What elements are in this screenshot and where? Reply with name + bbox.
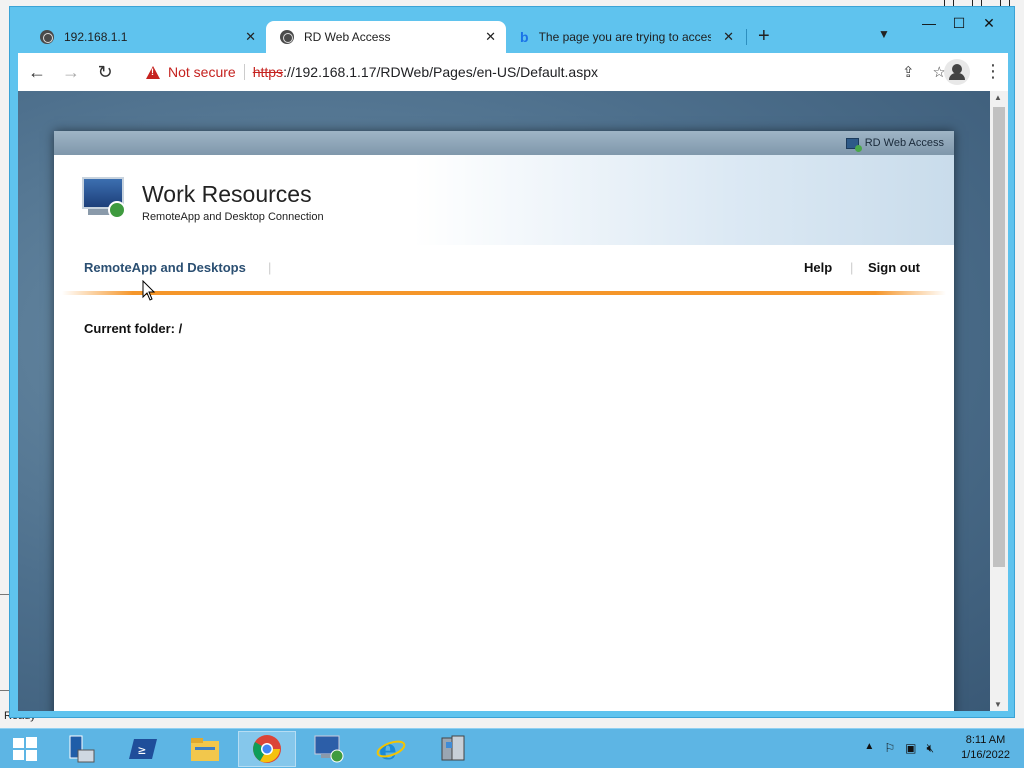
svg-text:e: e [379, 734, 397, 764]
close-window-button[interactable]: ✕ [974, 13, 1004, 33]
page-subtitle: RemoteApp and Desktop Connection [142, 211, 324, 223]
browser-toolbar: ← → ↻ Not secure https ://192.168.1.17/R… [18, 53, 1008, 91]
scroll-down-icon[interactable]: ▼ [994, 700, 1002, 709]
tab-title: RD Web Access [304, 30, 391, 44]
globe-icon [40, 30, 54, 44]
window-controls: — ☐ ✕ [914, 13, 1004, 33]
taskbar: ≥ e ▲ ⚐ ▣ 🔇︎ 8:11 AM 1/16/2022 [0, 728, 1024, 768]
volume-muted-icon[interactable]: 🔇︎ [926, 741, 934, 756]
current-folder-label: Current folder: / [84, 321, 183, 336]
rd-web-access-icon [845, 137, 862, 152]
new-tab-button[interactable]: + [758, 25, 770, 48]
warning-icon[interactable] [146, 65, 160, 79]
close-tab-icon[interactable]: ✕ [485, 29, 496, 45]
system-tray: ▲ ⚐ ▣ 🔇︎ [864, 741, 934, 756]
menu-kebab-icon[interactable]: ⋮ [984, 62, 1002, 80]
rdweb-tools-icon[interactable] [424, 731, 482, 767]
help-link[interactable]: Help [804, 260, 832, 275]
show-hidden-icons-icon[interactable]: ▲ [864, 741, 874, 756]
scroll-up-icon[interactable]: ▲ [994, 93, 1002, 102]
share-icon[interactable]: ⇪ [902, 63, 915, 81]
vertical-scrollbar[interactable]: ▲ ▼ [990, 91, 1008, 711]
nav-divider: | [850, 260, 854, 275]
chrome-icon[interactable] [238, 731, 296, 767]
globe-icon [280, 30, 294, 44]
url-text: ://192.168.1.17/RDWeb/Pages/en-US/Defaul… [283, 64, 598, 80]
minimize-button[interactable]: — [914, 13, 944, 33]
nav-remoteapp-desktops[interactable]: RemoteApp and Desktops [84, 260, 246, 275]
profile-avatar-icon[interactable] [944, 59, 970, 85]
browser-window: 192.168.1.1 ✕ RD Web Access ✕ b The page… [9, 6, 1015, 718]
tab-divider [746, 29, 747, 45]
reload-button[interactable]: ↻ [90, 57, 120, 87]
maximize-button[interactable]: ☐ [944, 13, 974, 33]
nav-divider: | [268, 260, 272, 275]
internet-explorer-icon[interactable]: e [362, 731, 420, 767]
rd-web-panel: RD Web Access Work Resources RemoteApp a… [54, 131, 954, 711]
rd-top-bar: RD Web Access [54, 131, 954, 155]
tab-router[interactable]: 192.168.1.1 ✕ [30, 21, 266, 53]
start-button[interactable] [0, 731, 50, 767]
svg-text:≥: ≥ [138, 743, 146, 758]
close-tab-icon[interactable]: ✕ [723, 29, 734, 45]
action-center-flag-icon[interactable]: ⚐ [884, 741, 895, 756]
tab-strip: 192.168.1.1 ✕ RD Web Access ✕ b The page… [10, 7, 1014, 53]
close-tab-icon[interactable]: ✕ [245, 29, 256, 45]
server-manager-icon[interactable] [52, 731, 110, 767]
mouse-cursor-icon [142, 280, 156, 301]
page-viewport: RD Web Access Work Resources RemoteApp a… [18, 91, 990, 711]
orange-divider [62, 291, 946, 295]
url-scheme: https [252, 64, 284, 80]
tab-rd-web-access[interactable]: RD Web Access ✕ [266, 21, 506, 53]
powershell-icon[interactable]: ≥ [114, 731, 172, 767]
scrollbar-thumb[interactable] [993, 107, 1005, 567]
rd-nav-bar: RemoteApp and Desktops | Help | Sign out [54, 245, 954, 291]
rd-header: Work Resources RemoteApp and Desktop Con… [54, 155, 954, 245]
tab-title: The page you are trying to acces [538, 30, 711, 44]
rd-top-bar-label: RD Web Access [864, 137, 944, 149]
file-explorer-icon[interactable] [176, 731, 234, 767]
address-bar[interactable]: Not secure https ://192.168.1.17/RDWeb/P… [136, 58, 956, 86]
address-divider [243, 64, 245, 80]
back-button[interactable]: ← [22, 57, 52, 87]
remote-desktop-monitor-icon [82, 177, 128, 219]
security-label[interactable]: Not secure [168, 64, 236, 80]
tab-title: 192.168.1.1 [64, 30, 128, 44]
forward-button[interactable]: → [56, 57, 86, 87]
sign-out-link[interactable]: Sign out [868, 260, 920, 275]
network-icon[interactable]: ▣ [905, 741, 916, 756]
tab-search-chevron-icon[interactable]: ▼ [878, 27, 890, 41]
clock-date: 1/16/2022 [961, 749, 1010, 761]
windows-logo-icon [13, 737, 37, 761]
address-bar-actions: ⇪ ☆ [902, 58, 946, 86]
bing-icon: b [520, 29, 529, 45]
remote-desktop-icon[interactable] [300, 731, 358, 767]
page-title: Work Resources [142, 181, 312, 207]
taskbar-clock[interactable]: 8:11 AM 1/16/2022 [961, 733, 1010, 763]
tab-bing-error[interactable]: b The page you are trying to acces ✕ [510, 21, 744, 53]
clock-time: 8:11 AM [965, 734, 1006, 746]
